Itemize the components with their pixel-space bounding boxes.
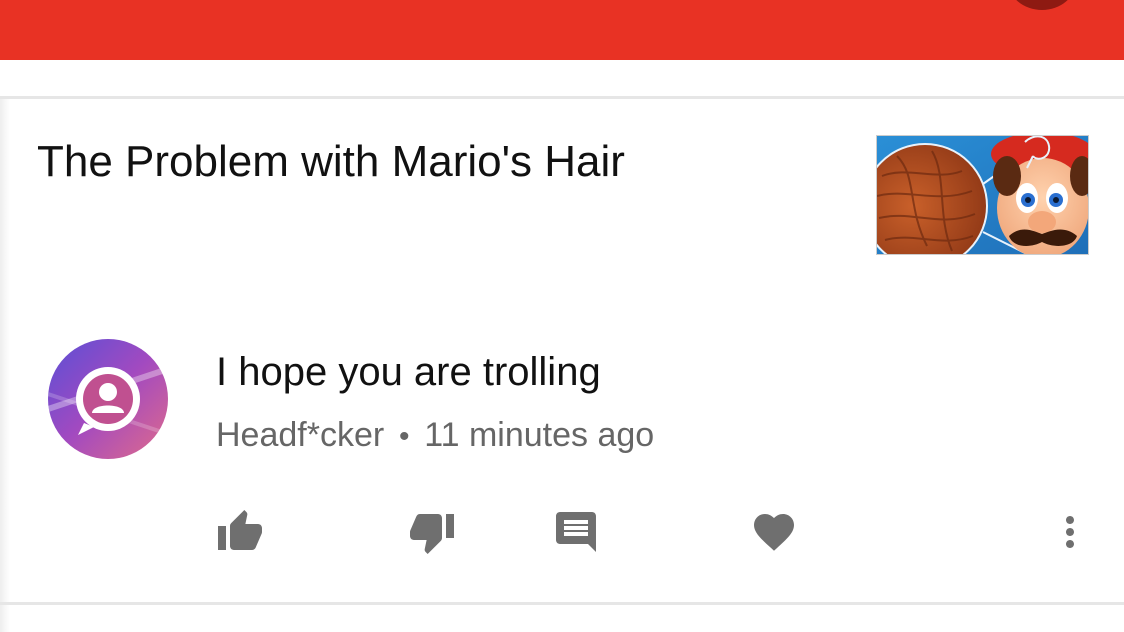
- meta-separator: •: [398, 420, 410, 453]
- spacer-band: [0, 60, 1124, 96]
- comment-actions: [0, 500, 1124, 564]
- comment-text: I hope you are trolling: [216, 350, 601, 394]
- divider: [0, 602, 1124, 605]
- app-bar: [0, 0, 1124, 60]
- commenter-avatar[interactable]: [48, 339, 168, 459]
- thumb-down-icon: [408, 508, 458, 556]
- video-title[interactable]: The Problem with Mario's Hair: [37, 137, 625, 187]
- video-header[interactable]: The Problem with Mario's Hair: [0, 99, 1124, 289]
- heart-icon: [750, 508, 800, 556]
- comment-time: 11 minutes ago: [424, 416, 655, 454]
- video-thumbnail[interactable]: [876, 135, 1089, 255]
- account-avatar[interactable]: [1008, 0, 1076, 10]
- reply-button[interactable]: [552, 508, 602, 558]
- comment-meta: Headf*cker • 11 minutes ago: [216, 416, 654, 455]
- more-options-button[interactable]: [1046, 508, 1096, 558]
- thumb-up-icon: [216, 508, 266, 556]
- heart-button[interactable]: [750, 508, 800, 558]
- comment-author[interactable]: Headf*cker: [216, 416, 384, 454]
- dislike-button[interactable]: [408, 508, 458, 558]
- comment-item: I hope you are trolling Headf*cker • 11 mi…: [0, 330, 1124, 480]
- reply-icon: [552, 508, 602, 556]
- more-vert-icon: [1046, 508, 1096, 556]
- like-button[interactable]: [216, 508, 266, 558]
